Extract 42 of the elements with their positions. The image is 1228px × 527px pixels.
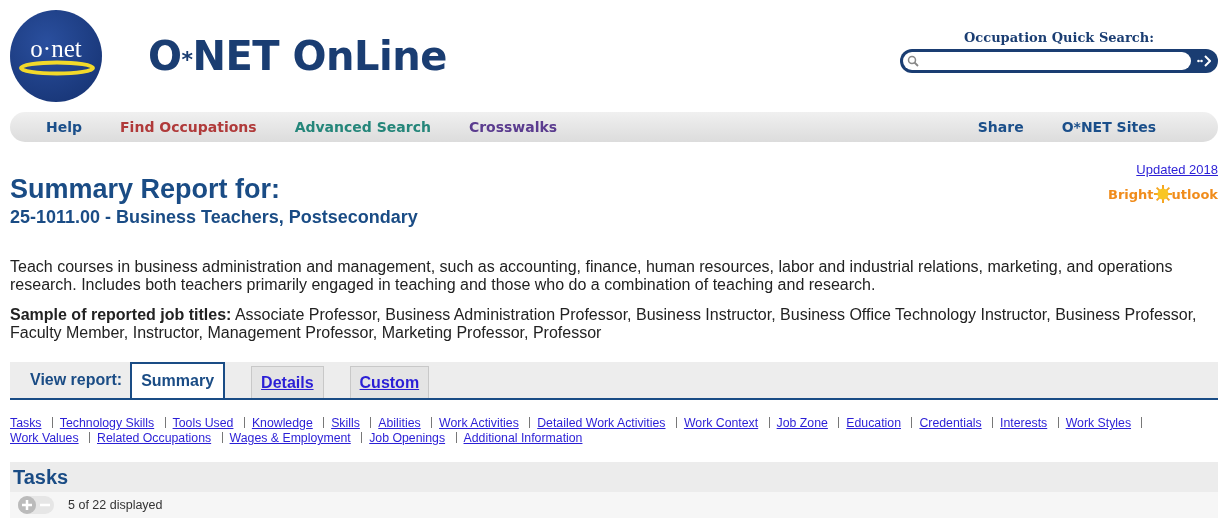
- occupation-description: Teach courses in business administration and management, such as accounting, finance, human resources, labor and industrial relations, marketing, and operations research. Includes both teachers primarily engaged in teaching and those who do a combination of teaching and research.: [10, 258, 1174, 294]
- nav-link[interactable]: Advanced Search: [294, 119, 431, 135]
- section-link[interactable]: Education: [846, 416, 901, 430]
- section-link[interactable]: Wages & Employment: [229, 431, 351, 445]
- section-link[interactable]: Credentials: [919, 416, 982, 430]
- occupation-title: 25-1011.00 - Business Teachers, Postsecondary: [10, 207, 418, 228]
- task-count: 5 of 22 displayed: [68, 498, 163, 512]
- nav-link[interactable]: Help: [46, 119, 83, 135]
- nav-link[interactable]: Find Occupations: [120, 119, 257, 135]
- section-link[interactable]: Knowledge: [251, 416, 313, 430]
- section-link[interactable]: Related Occupations: [97, 431, 212, 445]
- view-report-label: View report:: [30, 371, 123, 389]
- bright-outlook-text: utlook: [1171, 186, 1218, 202]
- section-link[interactable]: Abilities: [378, 416, 421, 430]
- section-link[interactable]: Interests: [1000, 416, 1048, 430]
- site-title: O*NET OnLine: [148, 33, 447, 79]
- sample-job-titles: Sample of reported job titles: Associate Professor, Business Administration Professor, Business Instructor, Business Office Technology Instructor, Business Professor, Faculty Member, Instructor, Management Professor, Marketing Professor, Professor: [10, 306, 1198, 342]
- section-link[interactable]: Additional Information: [463, 431, 583, 445]
- nav-link[interactable]: O*NET Sites: [1061, 119, 1156, 135]
- section-link[interactable]: Job Zone: [776, 416, 828, 430]
- report-tab[interactable]: Details: [251, 366, 324, 398]
- section-link[interactable]: Detailed Work Activities: [537, 416, 666, 430]
- section-link[interactable]: Work Context: [683, 416, 759, 430]
- section-link[interactable]: Work Activities: [439, 416, 519, 430]
- report-tab[interactable]: Summary: [130, 362, 226, 398]
- section-link[interactable]: Tools Used: [172, 416, 234, 430]
- report-title: Summary Report for:: [10, 174, 282, 205]
- bright-outlook-text: Bright: [1108, 186, 1154, 202]
- report-tab[interactable]: Custom: [349, 366, 430, 398]
- nav-link[interactable]: Crosswalks: [468, 119, 558, 135]
- onet-logo-badge[interactable]: o·net: [10, 10, 102, 102]
- tasks-heading: Tasks: [10, 462, 1218, 492]
- nav-link[interactable]: Share: [977, 119, 1024, 135]
- section-link[interactable]: Work Values: [10, 431, 79, 445]
- section-link[interactable]: Technology Skills: [59, 416, 155, 430]
- section-link[interactable]: Tasks: [10, 416, 42, 430]
- section-link[interactable]: Work Styles: [1065, 416, 1132, 430]
- section-link[interactable]: Job Openings: [369, 431, 446, 445]
- updated-link[interactable]: Updated 2018: [1136, 162, 1218, 177]
- logo-text: o·net: [30, 35, 82, 63]
- section-link[interactable]: Skills: [331, 416, 360, 430]
- search-label: Occupation Quick Search:: [964, 29, 1154, 45]
